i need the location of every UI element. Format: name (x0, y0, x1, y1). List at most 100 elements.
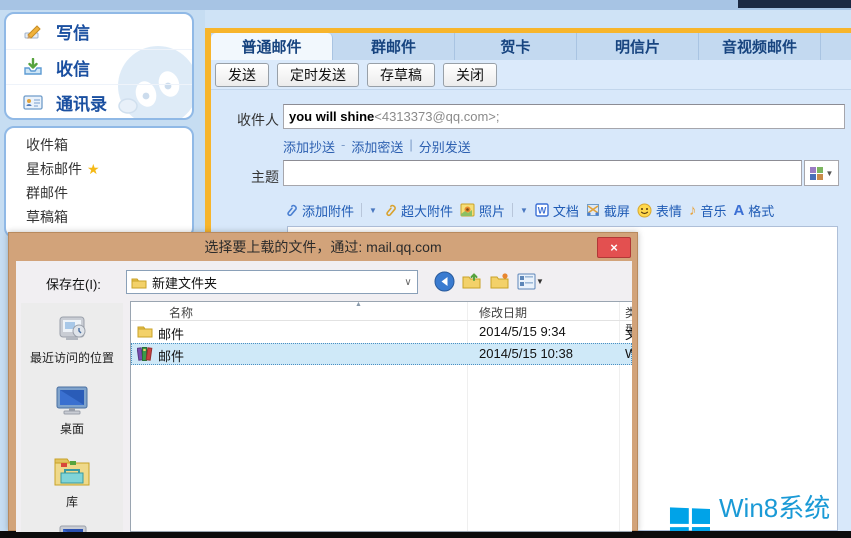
chevron-down-icon: ∨ (399, 277, 417, 288)
sidebar-item-compose[interactable]: 写信 (6, 14, 192, 49)
screenshot-button[interactable]: 截屏 (586, 201, 630, 220)
column-header-date[interactable]: 修改日期 (479, 304, 527, 321)
close-button[interactable]: 关闭 (443, 63, 497, 87)
back-arrow-icon (434, 271, 455, 292)
star-icon: ★ (87, 161, 100, 178)
file-type: 文件夹 (625, 324, 632, 343)
places-panel: 最近访问的位置 桌面 库 (21, 303, 123, 532)
add-bcc-link[interactable]: 添加密送 (351, 137, 403, 156)
file-list: 名称 ▲ 修改日期 类型 邮件 2014/5/15 9:34 文件夹 (130, 301, 632, 532)
folder-icon (131, 276, 147, 289)
add-cc-link[interactable]: 添加抄送 (283, 137, 335, 156)
tool-label: 音乐 (700, 201, 726, 220)
folder-list-box: 收件箱 星标邮件 ★ 群邮件 草稿箱 (4, 126, 194, 238)
music-button[interactable]: ♪ 音乐 (689, 201, 727, 220)
format-button[interactable]: A 格式 (733, 201, 774, 220)
sidebar-item-contacts[interactable]: 通讯录 (6, 84, 192, 119)
save-in-label: 保存在(I): (46, 274, 101, 293)
save-draft-button[interactable]: 存草稿 (367, 63, 435, 87)
photos-button[interactable]: 照片 (460, 201, 505, 220)
chevron-down-icon[interactable]: ▼ (520, 206, 528, 215)
sidebar-item-drafts[interactable]: 草稿箱 (6, 205, 192, 229)
scissors-icon (586, 203, 600, 217)
large-attachment-button[interactable]: 超大附件 (384, 201, 453, 220)
tab-postcard[interactable]: 明信片 (577, 33, 699, 60)
top-right-dark-bar (738, 0, 851, 8)
chevron-down-icon[interactable]: ▼ (536, 277, 544, 286)
recipient-input[interactable]: you will shine<4313373@qq.com>; (283, 104, 845, 129)
folder-label: 收件箱 (26, 135, 68, 155)
sidebar-item-inbox-check[interactable]: 收信 (6, 49, 192, 84)
recent-places-icon (52, 311, 92, 347)
place-desktop[interactable]: 桌面 (21, 382, 123, 437)
recipient-address: <4313373@qq.com>; (374, 109, 499, 124)
tab-av-mail[interactable]: 音视频邮件 (699, 33, 821, 60)
pencil-icon (22, 22, 44, 42)
qq-mail-compose-screen: 写信 收信 通讯录 收件箱 星标邮件 ★ 群邮件 (0, 0, 851, 538)
stationery-picker-button[interactable]: ▼ (804, 160, 839, 186)
subject-input[interactable] (283, 160, 802, 186)
file-row-folder[interactable]: 邮件 2014/5/15 9:34 文件夹 (131, 321, 632, 343)
up-folder-icon (462, 272, 482, 290)
tab-label: 贺卡 (500, 36, 530, 57)
link-separator: | (409, 137, 412, 156)
views-menu-button[interactable] (514, 269, 538, 293)
tab-greeting-card[interactable]: 贺卡 (455, 33, 577, 60)
new-folder-icon (490, 272, 510, 290)
save-in-row: 保存在(I): 新建文件夹 ∨ ▼ (16, 269, 632, 295)
svg-text:W: W (538, 206, 547, 216)
folder-label: 星标邮件 (26, 159, 82, 179)
tab-normal-mail[interactable]: 普通邮件 (211, 33, 333, 60)
compose-actions: 发送 定时发送 存草稿 关闭 (211, 60, 851, 90)
folder-label: 草稿箱 (26, 207, 68, 227)
toolbar-separator (512, 203, 513, 217)
sidebar-item-label: 写信 (56, 19, 90, 44)
location-value: 新建文件夹 (152, 273, 394, 292)
add-attachment-button[interactable]: 添加附件 (285, 201, 354, 220)
file-row-archive-selected[interactable]: 邮件 2014/5/15 10:38 WinRAR (131, 343, 632, 365)
recipient-label: 收件人 (211, 110, 279, 130)
dialog-close-button[interactable]: × (597, 237, 631, 258)
contact-card-icon (22, 92, 44, 112)
place-computer[interactable] (21, 524, 123, 532)
emoticon-button[interactable]: 表情 (637, 201, 682, 220)
file-type: WinRAR (625, 346, 632, 361)
tab-label: 音视频邮件 (722, 36, 797, 57)
place-recent[interactable]: 最近访问的位置 (21, 311, 123, 366)
computer-icon (52, 524, 92, 532)
send-separately-link[interactable]: 分别发送 (419, 137, 471, 156)
document-button[interactable]: W 文档 (535, 201, 579, 220)
toolbar-separator (361, 203, 362, 217)
place-label: 库 (66, 493, 78, 510)
back-button[interactable] (432, 269, 456, 293)
sidebar-item-inbox[interactable]: 收件箱 (6, 133, 192, 157)
sidebar-item-starred[interactable]: 星标邮件 ★ (6, 157, 192, 181)
send-button[interactable]: 发送 (215, 63, 269, 87)
up-one-level-button[interactable] (460, 269, 484, 293)
sidebar-item-group-mail[interactable]: 群邮件 (6, 181, 192, 205)
file-upload-dialog: 选择要上载的文件，通过: mail.qq.com × 保存在(I): 新建文件夹… (8, 232, 638, 531)
file-name: 邮件 (158, 324, 184, 343)
chevron-down-icon: ▼ (826, 169, 834, 178)
sort-ascending-icon: ▲ (355, 301, 362, 308)
new-folder-button[interactable] (488, 269, 512, 293)
sidebar-item-label: 收信 (56, 55, 90, 80)
column-header-name[interactable]: 名称 (169, 304, 193, 321)
paperclip-icon (285, 203, 298, 218)
tab-group-mail[interactable]: 群邮件 (333, 33, 455, 60)
scheduled-send-button[interactable]: 定时发送 (277, 63, 359, 87)
paperclip-icon (384, 203, 397, 218)
place-libraries[interactable]: 库 (21, 453, 123, 510)
tool-label: 表情 (656, 201, 682, 220)
location-dropdown[interactable]: 新建文件夹 ∨ (126, 270, 418, 294)
compose-menu-box: 写信 收信 通讯录 (4, 12, 194, 120)
sidebar-item-label: 通讯录 (56, 90, 107, 115)
chevron-down-icon[interactable]: ▼ (369, 206, 377, 215)
word-doc-icon: W (535, 203, 549, 217)
attachment-toolbar: 添加附件 ▼ 超大附件 照片 ▼ W 文档 截屏 表情 ♪ 音乐 (285, 199, 774, 221)
bottom-strip (0, 531, 851, 538)
folder-icon (137, 324, 153, 341)
tool-label: 照片 (479, 201, 505, 220)
tool-label: 文档 (553, 201, 579, 220)
top-strip (0, 0, 851, 10)
